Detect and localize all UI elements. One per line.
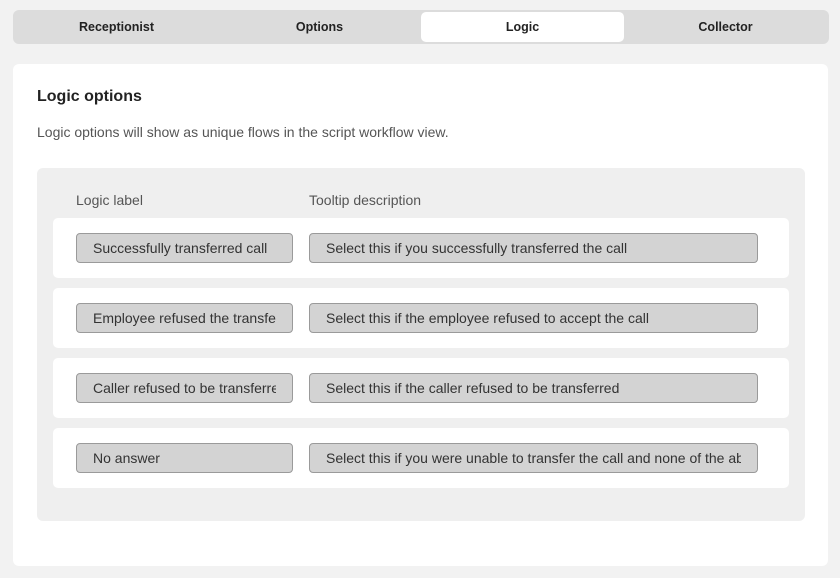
logic-options-panel: Logic label Tooltip description <box>37 168 805 521</box>
tab-options[interactable]: Options <box>218 12 421 42</box>
logic-label-input[interactable] <box>76 233 293 263</box>
section-title: Logic options <box>37 88 142 105</box>
logic-label-input[interactable] <box>76 373 293 403</box>
logic-label-input[interactable] <box>76 443 293 473</box>
tooltip-description-input[interactable] <box>309 303 758 333</box>
logic-options-card: Logic options Logic options will show as… <box>13 64 828 566</box>
tab-collector[interactable]: Collector <box>624 12 827 42</box>
column-header-tooltip-description: Tooltip description <box>309 192 422 208</box>
tooltip-description-input[interactable] <box>309 443 758 473</box>
logic-option-row <box>53 288 789 348</box>
logic-option-row <box>53 218 789 278</box>
logic-option-row <box>53 428 789 488</box>
logic-label-input[interactable] <box>76 303 293 333</box>
section-description: Logic options will show as unique flows … <box>37 124 449 140</box>
tab-logic[interactable]: Logic <box>421 12 624 42</box>
tab-bar: Receptionist Options Logic Collector <box>13 10 829 44</box>
column-header-logic-label: Logic label <box>76 192 143 208</box>
logic-option-row <box>53 358 789 418</box>
tooltip-description-input[interactable] <box>309 233 758 263</box>
tooltip-description-input[interactable] <box>309 373 758 403</box>
tab-receptionist[interactable]: Receptionist <box>15 12 218 42</box>
